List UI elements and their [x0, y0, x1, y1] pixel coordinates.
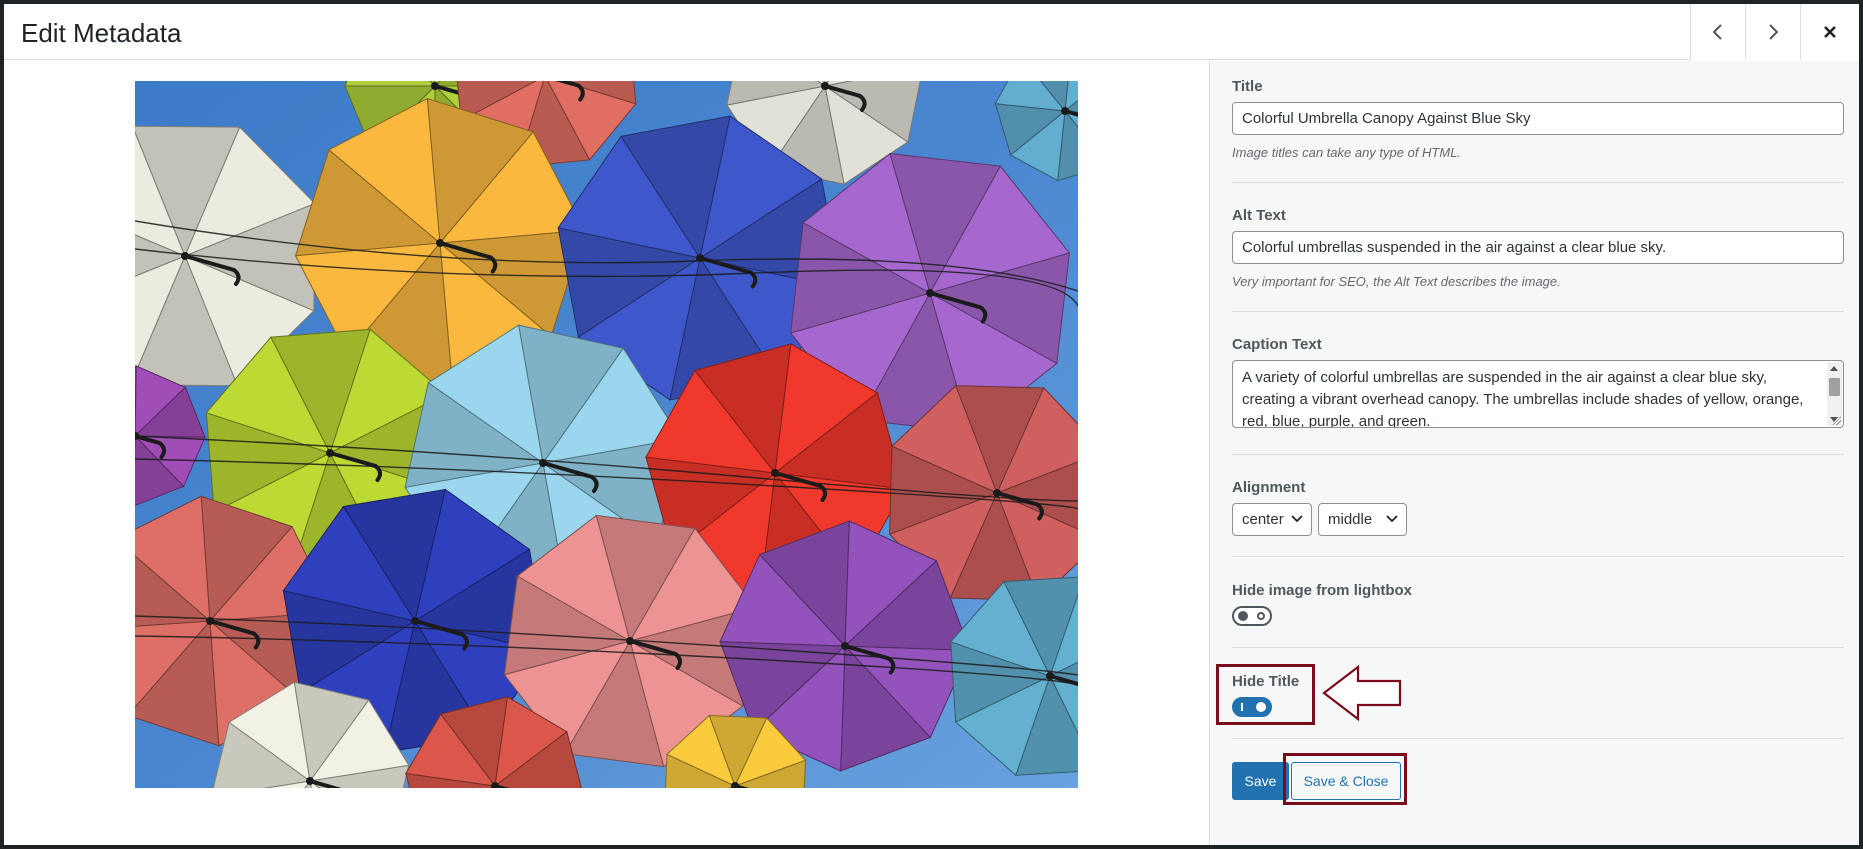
vertical-alignment-value: middle — [1328, 511, 1373, 528]
previous-image-button[interactable] — [1690, 4, 1745, 60]
alt-text-field: Alt Text Colorful umbrellas suspended in… — [1232, 207, 1844, 290]
resize-grip-icon[interactable] — [1832, 416, 1841, 425]
divider — [1232, 182, 1844, 183]
alignment-field: Alignment center middle — [1232, 479, 1844, 536]
next-image-button[interactable] — [1745, 4, 1800, 60]
metadata-sidebar: Title Colorful Umbrella Canopy Against B… — [1209, 61, 1859, 845]
divider — [1232, 647, 1844, 648]
title-field: Title Colorful Umbrella Canopy Against B… — [1232, 78, 1844, 161]
hide-lightbox-label: Hide image from lightbox — [1232, 582, 1413, 599]
caption-textarea[interactable]: A variety of colorful umbrellas are susp… — [1232, 360, 1844, 428]
modal-title: Edit Metadata — [21, 18, 182, 48]
alignment-selects: center middle — [1232, 503, 1844, 536]
left-arrow-annotation — [1322, 664, 1402, 722]
chevron-down-icon — [1291, 515, 1303, 523]
horizontal-alignment-value: center — [1242, 511, 1284, 528]
close-icon — [1824, 26, 1836, 38]
toggle-knob — [1238, 611, 1248, 621]
toggle-off-icon — [1257, 612, 1265, 620]
alignment-label: Alignment — [1232, 479, 1306, 496]
caption-field: Caption Text A variety of colorful umbre… — [1232, 336, 1844, 428]
divider — [1232, 311, 1844, 312]
image-preview-pane — [4, 61, 1209, 845]
hide-title-highlight — [1216, 664, 1315, 725]
chevron-down-icon — [1386, 515, 1398, 523]
save-close-highlight — [1283, 753, 1407, 805]
caption-label: Caption Text — [1232, 336, 1322, 353]
alt-text-help-text: Very important for SEO, the Alt Text des… — [1232, 274, 1561, 289]
chevron-right-icon — [1769, 24, 1779, 40]
divider — [1232, 556, 1844, 557]
scroll-thumb[interactable] — [1829, 378, 1840, 396]
chevron-left-icon — [1712, 24, 1722, 40]
modal-header: Edit Metadata — [4, 4, 1859, 60]
divider — [1232, 738, 1844, 739]
title-label: Title — [1232, 78, 1263, 95]
umbrella-photo — [135, 81, 1078, 788]
title-help-text: Image titles can take any type of HTML. — [1232, 145, 1462, 160]
divider — [1232, 454, 1844, 455]
alt-text-input[interactable]: Colorful umbrellas suspended in the air … — [1232, 231, 1844, 264]
caption-text: A variety of colorful umbrellas are susp… — [1242, 369, 1804, 428]
image-preview — [135, 81, 1078, 788]
vertical-alignment-select[interactable]: middle — [1318, 503, 1407, 536]
hide-lightbox-field: Hide image from lightbox — [1232, 582, 1844, 626]
close-button[interactable] — [1800, 4, 1859, 60]
title-input[interactable]: Colorful Umbrella Canopy Against Blue Sk… — [1232, 102, 1844, 135]
edit-metadata-modal: Edit Metadata Title Colorful Umbrella Ca… — [4, 4, 1859, 845]
alt-text-label: Alt Text — [1232, 207, 1286, 224]
hide-lightbox-toggle[interactable] — [1232, 606, 1272, 626]
horizontal-alignment-select[interactable]: center — [1232, 503, 1312, 536]
scroll-up-icon[interactable] — [1830, 366, 1838, 371]
save-button[interactable]: Save — [1232, 762, 1289, 800]
